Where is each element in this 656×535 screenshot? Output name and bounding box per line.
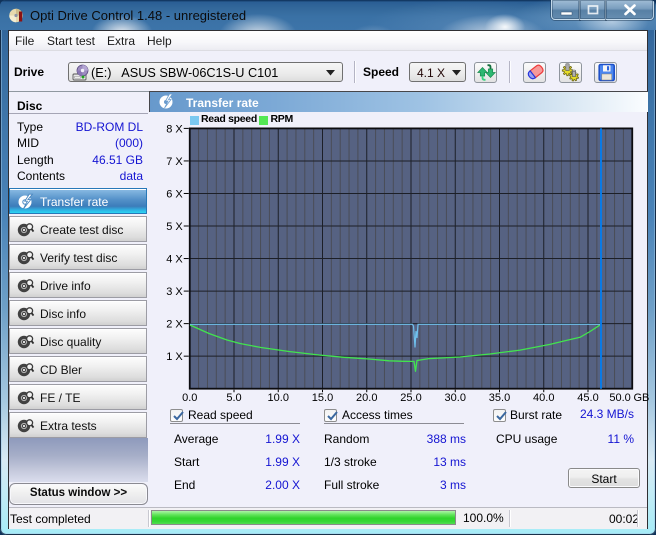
svg-text:30.0: 30.0 [445, 392, 466, 404]
svg-text:25.0: 25.0 [400, 392, 421, 404]
svg-text:10.0: 10.0 [268, 392, 289, 404]
svg-text:2 X: 2 X [166, 319, 183, 331]
svg-text:GB: GB [634, 392, 650, 404]
svg-text:4 X: 4 X [166, 254, 183, 266]
svg-text:15.0: 15.0 [312, 392, 333, 404]
svg-text:5 X: 5 X [166, 221, 183, 233]
svg-text:20.0: 20.0 [356, 392, 377, 404]
svg-text:35.0: 35.0 [489, 392, 510, 404]
svg-text:40.0: 40.0 [533, 392, 554, 404]
svg-text:0.0: 0.0 [182, 392, 197, 404]
svg-text:1 X: 1 X [166, 351, 183, 363]
svg-text:45.0: 45.0 [577, 392, 598, 404]
svg-text:50.0: 50.0 [609, 392, 630, 404]
svg-text:3 X: 3 X [166, 286, 183, 298]
svg-text:5.0: 5.0 [226, 392, 241, 404]
